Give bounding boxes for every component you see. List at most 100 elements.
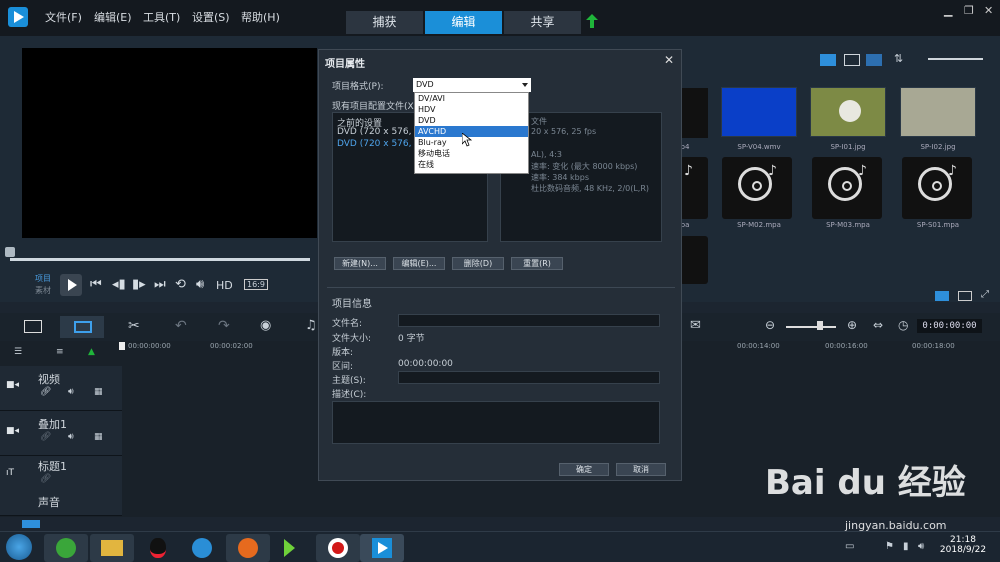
timeline-view-button[interactable] xyxy=(60,316,104,338)
upload-arrow-icon[interactable] xyxy=(586,14,598,28)
track-volume-icon[interactable]: 🔊︎ xyxy=(68,387,74,397)
list-item[interactable]: DVD (720 x 576, 16:9 xyxy=(337,127,417,137)
audio-thumb[interactable]: ♪ xyxy=(680,157,708,219)
menu-file[interactable]: 文件(F) xyxy=(45,9,82,25)
edit-button[interactable]: 编辑(E)... xyxy=(393,257,445,270)
taskbar-app-browser[interactable] xyxy=(44,534,88,562)
check-mark-icon[interactable]: ✉ xyxy=(690,318,701,333)
link-icon[interactable]: 🔗︎ xyxy=(40,474,51,484)
link-icon[interactable]: 🔗︎ xyxy=(40,432,51,442)
end-icon[interactable]: ⏭ xyxy=(154,277,166,292)
start-button[interactable] xyxy=(6,534,32,560)
menu-edit[interactable]: 编辑(E) xyxy=(94,9,132,25)
description-textarea[interactable] xyxy=(332,401,660,444)
redo-icon[interactable]: ↷ xyxy=(218,318,230,334)
mode-clip[interactable]: 素材 xyxy=(35,285,51,296)
zoom-in-icon[interactable]: ⊕ xyxy=(847,318,857,332)
volume-tray-icon[interactable]: 🔊︎ xyxy=(918,541,924,552)
taskbar-app-video[interactable] xyxy=(180,534,224,562)
link-icon[interactable]: 🔗︎ xyxy=(40,387,51,397)
chapter-icon[interactable]: ≡ xyxy=(56,347,64,357)
track-volume-icon[interactable]: 🔊︎ xyxy=(68,432,74,442)
subject-input[interactable] xyxy=(398,371,660,384)
track-manager-icon[interactable]: ☰ xyxy=(14,347,22,357)
thumb-size-slider[interactable] xyxy=(928,58,983,60)
taskbar-app-qq[interactable] xyxy=(136,534,180,562)
taskbar-app-firefox[interactable] xyxy=(226,534,270,562)
track-scroll-button[interactable] xyxy=(22,520,40,528)
audio-thumb[interactable]: ♪ xyxy=(812,157,882,219)
undo-icon[interactable]: ↶ xyxy=(175,318,187,334)
audio-thumb[interactable]: ♪ xyxy=(722,157,792,219)
layout-icon[interactable] xyxy=(935,291,949,301)
storyboard-view-icon[interactable] xyxy=(24,320,42,333)
format-option[interactable]: 在线 xyxy=(415,159,528,170)
fit-icon[interactable]: ⇔ xyxy=(873,318,883,332)
tab-share[interactable]: 共享 xyxy=(504,11,581,34)
new-button[interactable]: 新建(N)... xyxy=(334,257,386,270)
prev-frame-icon[interactable]: ◂▮ xyxy=(112,277,126,292)
record-icon[interactable]: ◉ xyxy=(260,318,271,333)
aspect-ratio-button[interactable]: 16:9 xyxy=(244,279,268,290)
volume-icon[interactable]: 🔊︎ xyxy=(196,277,204,292)
reset-button[interactable]: 重置(R) xyxy=(511,257,563,270)
taskbar-clock[interactable]: 21:18 2018/9/22 xyxy=(938,535,988,555)
fullscreen-icon[interactable]: ⤢ xyxy=(981,289,989,300)
format-option[interactable]: 移动电话 xyxy=(415,148,528,159)
zoom-slider-handle[interactable] xyxy=(817,321,823,330)
project-format-select[interactable]: DVD xyxy=(413,78,531,92)
filename-input[interactable] xyxy=(398,314,660,327)
taskbar-app-editor[interactable] xyxy=(272,534,316,562)
timecode-display[interactable]: 0:00:00:00 xyxy=(917,319,982,333)
menu-help[interactable]: 帮助(H) xyxy=(241,9,280,25)
tools-icon[interactable]: ✂ xyxy=(128,318,140,334)
media-thumb-image[interactable] xyxy=(900,87,976,137)
grid-icon[interactable]: ▦ xyxy=(94,387,103,397)
scrub-bar[interactable] xyxy=(10,258,310,261)
keyboard-tray-icon[interactable]: ▭ xyxy=(845,541,854,552)
taskbar-app-explorer[interactable] xyxy=(90,534,134,562)
zoom-slider[interactable] xyxy=(786,326,836,328)
repeat-icon[interactable]: ⟲ xyxy=(175,277,186,292)
flag-tray-icon[interactable]: ⚑ xyxy=(885,541,894,552)
scrub-handle[interactable] xyxy=(5,247,15,257)
sort-icon[interactable]: ⇅ xyxy=(894,52,903,65)
menu-tools[interactable]: 工具(T) xyxy=(143,9,180,25)
close-window-icon[interactable]: ✕ xyxy=(984,4,993,17)
format-option[interactable]: DV/AVI xyxy=(415,93,528,104)
track-voice[interactable] xyxy=(0,491,122,516)
mode-project[interactable]: 项目 xyxy=(35,273,51,284)
view-grid-icon[interactable] xyxy=(866,54,882,66)
view-large-icon[interactable] xyxy=(820,54,836,66)
restore-icon[interactable]: ❐ xyxy=(964,4,974,17)
network-tray-icon[interactable]: ▮ xyxy=(903,541,909,552)
minimize-icon[interactable]: ▁ xyxy=(944,4,952,17)
media-thumb-video[interactable] xyxy=(721,87,797,137)
tab-edit[interactable]: 编辑 xyxy=(425,11,502,34)
menu-settings[interactable]: 设置(S) xyxy=(192,9,230,25)
clock-icon[interactable]: ◷ xyxy=(898,318,908,332)
dialog-close-icon[interactable]: ✕ xyxy=(664,53,674,67)
view-list-icon[interactable] xyxy=(844,54,860,66)
tab-capture[interactable]: 捕获 xyxy=(346,11,423,34)
list-item-selected[interactable]: DVD (720 x 576, 4:3 xyxy=(337,139,413,149)
layout-icon[interactable] xyxy=(958,291,972,301)
media-thumb-dandelion[interactable] xyxy=(810,87,886,137)
play-button[interactable] xyxy=(60,274,82,296)
cancel-button[interactable]: 取消 xyxy=(616,463,666,476)
audio-thumb[interactable] xyxy=(680,236,708,284)
home-icon[interactable]: ⏮ xyxy=(90,277,102,292)
audio-thumb[interactable]: ♪ xyxy=(902,157,972,219)
add-marker-icon[interactable]: ▲ xyxy=(88,347,95,357)
preview-screen[interactable] xyxy=(22,48,317,238)
format-option[interactable]: DVD xyxy=(415,115,528,126)
playhead[interactable] xyxy=(119,342,125,350)
taskbar-app-recorder[interactable] xyxy=(316,534,360,562)
next-frame-icon[interactable]: ▮▸ xyxy=(132,277,146,292)
delete-button[interactable]: 删除(D) xyxy=(452,257,504,270)
grid-icon[interactable]: ▦ xyxy=(94,432,103,442)
media-thumb-p4[interactable] xyxy=(680,88,708,138)
hd-toggle[interactable]: HD xyxy=(216,279,233,292)
audio-mix-icon[interactable]: ♫ xyxy=(305,318,317,333)
ok-button[interactable]: 确定 xyxy=(559,463,609,476)
